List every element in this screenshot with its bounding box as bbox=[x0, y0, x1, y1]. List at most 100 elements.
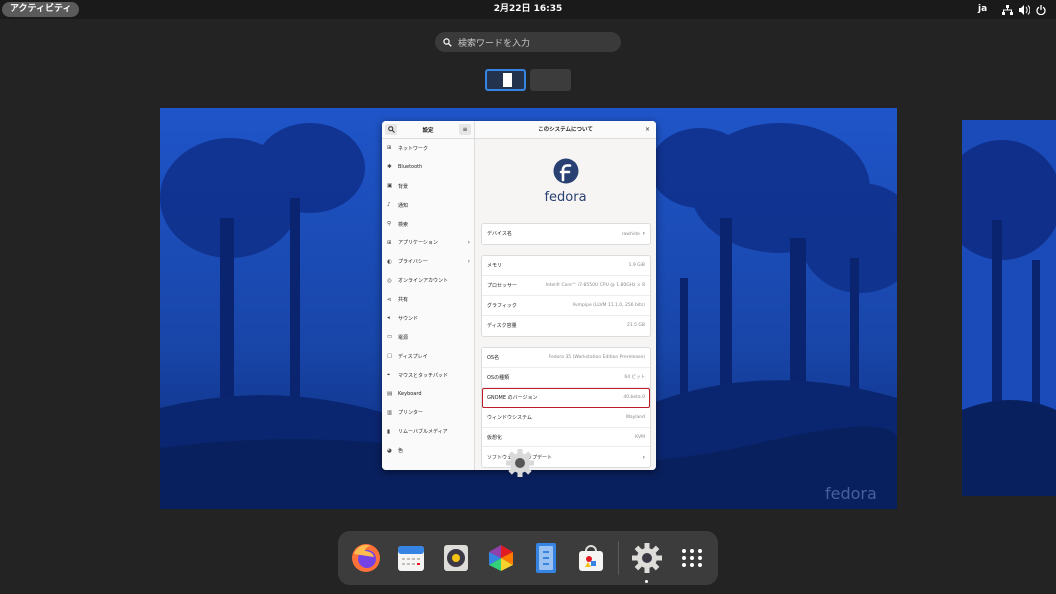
os-row-label: ウィンドウシステム bbox=[487, 414, 532, 421]
os-row-value: Fedora 35 (Workstation Edition Prereleas… bbox=[548, 354, 645, 360]
close-icon[interactable]: × bbox=[645, 121, 650, 139]
sidebar-item-label: リムーバブルメディア bbox=[398, 429, 448, 436]
os-row: ウィンドウシステム Wayland bbox=[482, 408, 650, 428]
sidebar-item[interactable]: ▥ プリンター bbox=[382, 403, 474, 422]
dock-settings[interactable] bbox=[629, 541, 664, 583]
sound-icon: ◂ bbox=[387, 315, 390, 322]
dock-app-grid[interactable] bbox=[674, 541, 709, 576]
sidebar-item-label: サウンド bbox=[398, 315, 419, 322]
hardware-row: グラフィック llvmpipe (LLVM 11.1.0, 256 bits) bbox=[482, 296, 650, 316]
input-method-indicator[interactable]: ja bbox=[978, 0, 987, 19]
sidebar-item[interactable]: ▮ リムーバブルメディア bbox=[382, 422, 474, 441]
dock-rhythmbox[interactable] bbox=[438, 541, 473, 576]
os-row: OS名 Fedora 35 (Workstation Edition Prerel… bbox=[482, 348, 650, 368]
sidebar-item-label: 色 bbox=[398, 448, 404, 455]
os-row: OSの種類 64 ビット bbox=[482, 368, 650, 388]
dock-files[interactable] bbox=[528, 541, 563, 576]
workspace-thumbnail-2[interactable] bbox=[530, 69, 571, 91]
sidebar-item[interactable]: ◐ プライバシー › bbox=[382, 252, 474, 271]
top-bar: アクティビティ 2月22日 16:35 ja bbox=[0, 0, 1056, 19]
sidebar-item-label: ネットワーク bbox=[398, 145, 429, 152]
fedora-logo-icon bbox=[553, 158, 578, 184]
hardware-row: ディスク容量 21.5 GB bbox=[482, 316, 650, 336]
search-placeholder[interactable]: 検索ワードを入力 bbox=[458, 36, 530, 49]
apps-icon: ⊞ bbox=[387, 239, 392, 246]
about-header: このシステムについて × bbox=[475, 121, 656, 139]
device-name-label: デバイス名 bbox=[487, 231, 512, 238]
hamburger-menu-button[interactable]: ≡ bbox=[458, 124, 471, 135]
background-icon: ▣ bbox=[387, 183, 393, 190]
display-icon: ▢ bbox=[387, 353, 393, 360]
workspace-thumbnail-1[interactable] bbox=[485, 69, 526, 91]
bluetooth-icon: ✱ bbox=[387, 164, 392, 171]
about-panel: このシステムについて × fedora デバイス名 rawhide › メモリ 1… bbox=[475, 121, 656, 470]
dock-photos[interactable] bbox=[483, 541, 518, 576]
sidebar-item[interactable]: ⊞ ネットワーク bbox=[382, 139, 474, 158]
system-tray[interactable] bbox=[1002, 3, 1046, 16]
app-grid-icon bbox=[681, 549, 702, 567]
sidebar-item-label: アプリケーション bbox=[398, 240, 438, 247]
sidebar-item[interactable]: ▣ 背景 bbox=[382, 177, 474, 196]
sidebar-item[interactable]: ▭ 電源 bbox=[382, 328, 474, 347]
sidebar-item[interactable]: ▤ Keyboard bbox=[382, 385, 474, 404]
fedora-logo-text: fedora bbox=[544, 190, 587, 205]
sidebar-header: 設定 ≡ bbox=[382, 121, 474, 139]
sidebar-item[interactable]: ♪ 通知 bbox=[382, 196, 474, 215]
activities-button[interactable]: アクティビティ bbox=[2, 2, 80, 17]
dock-software[interactable] bbox=[573, 541, 608, 576]
mouse-icon: ⌖ bbox=[387, 371, 391, 378]
keyboard-icon: ▤ bbox=[387, 391, 393, 398]
workspace-preview-next[interactable] bbox=[962, 120, 1056, 496]
sidebar-item-label: Bluetooth bbox=[398, 164, 423, 171]
hardware-row-value: Intel® Core™ i7-8550U CPU @ 1.80GHz × 8 bbox=[545, 282, 645, 288]
hardware-row-value: llvmpipe (LLVM 11.1.0, 256 bits) bbox=[572, 302, 645, 308]
search-icon bbox=[443, 37, 452, 47]
about-title: このシステムについて bbox=[538, 127, 593, 133]
volume-icon bbox=[1019, 4, 1030, 15]
chevron-right-icon: › bbox=[642, 230, 645, 238]
sidebar-item[interactable]: ◎ オンラインアカウント bbox=[382, 271, 474, 290]
sidebar-item[interactable]: ◂ サウンド bbox=[382, 309, 474, 328]
search-icon bbox=[387, 126, 395, 133]
sidebar-item[interactable]: ⊞ アプリケーション › bbox=[382, 233, 474, 252]
sidebar-item-label: 背景 bbox=[398, 183, 409, 190]
os-row-value: Wayland bbox=[625, 414, 645, 420]
dash bbox=[338, 531, 718, 585]
sidebar-item[interactable]: ⋖ 共有 bbox=[382, 290, 474, 309]
device-group: デバイス名 rawhide › bbox=[481, 223, 651, 245]
sidebar-item-label: 検索 bbox=[398, 221, 409, 228]
os-row-label: OS名 bbox=[487, 354, 500, 361]
hardware-group: メモリ 1.9 GiB プロセッサー Intel® Core™ i7-8550U CP… bbox=[481, 255, 651, 337]
sidebar-item[interactable]: ⌖ マウスとタッチパッド bbox=[382, 366, 474, 385]
sidebar-list: ⊞ ネットワーク ✱ Bluetooth ▣ 背景 ♪ 通知 ⚲ 検索 ⊞ アプリケーション › ◐ プライ… bbox=[382, 139, 474, 460]
bell-icon: ♪ bbox=[387, 202, 391, 209]
device-name-row[interactable]: デバイス名 rawhide › bbox=[482, 224, 650, 244]
online-accounts-icon: ◎ bbox=[387, 277, 392, 284]
os-row-label: OSの種類 bbox=[487, 374, 510, 381]
os-row-value: KVM bbox=[635, 434, 645, 440]
overview-search[interactable]: 検索ワードを入力 bbox=[435, 32, 621, 52]
usb-icon: ▮ bbox=[387, 428, 391, 435]
settings-window[interactable]: 設定 ≡ ⊞ ネットワーク ✱ Bluetooth ▣ 背景 ♪ 通知 ⚲ 検索 ⊞ アプリケーション… bbox=[382, 121, 656, 470]
sidebar-item[interactable]: ▢ ディスプレイ bbox=[382, 347, 474, 366]
printer-icon: ▥ bbox=[387, 409, 393, 416]
privacy-icon: ◐ bbox=[387, 258, 392, 265]
sidebar-item[interactable]: ◕ 色 bbox=[382, 441, 474, 460]
os-row-label: GNOME のバージョン bbox=[487, 394, 538, 401]
sidebar-item[interactable]: ✱ Bluetooth bbox=[382, 158, 474, 177]
sidebar-item[interactable]: ⚲ 検索 bbox=[382, 215, 474, 234]
clock[interactable]: 2月22日 16:35 bbox=[0, 0, 1056, 19]
power-icon: ▭ bbox=[387, 334, 393, 341]
workspace-preview[interactable]: fedora 設定 ≡ ⊞ ネットワーク ✱ Bluetooth ▣ 背景 ♪ 通知 ⚲ 検索 ⊞ ア… bbox=[160, 108, 897, 509]
hardware-row: メモリ 1.9 GiB bbox=[482, 256, 650, 276]
calendar-icon bbox=[397, 546, 424, 571]
dragged-settings-icon bbox=[506, 449, 534, 477]
dock-firefox[interactable] bbox=[348, 541, 383, 576]
chevron-right-icon: › bbox=[642, 453, 645, 461]
color-icon: ◕ bbox=[387, 447, 392, 454]
network-icon: ⊞ bbox=[387, 145, 392, 152]
share-icon: ⋖ bbox=[387, 296, 392, 303]
dock-calendar[interactable] bbox=[393, 541, 428, 576]
sidebar-search-button[interactable] bbox=[385, 124, 397, 135]
sidebar-item-label: マウスとタッチパッド bbox=[398, 372, 449, 379]
